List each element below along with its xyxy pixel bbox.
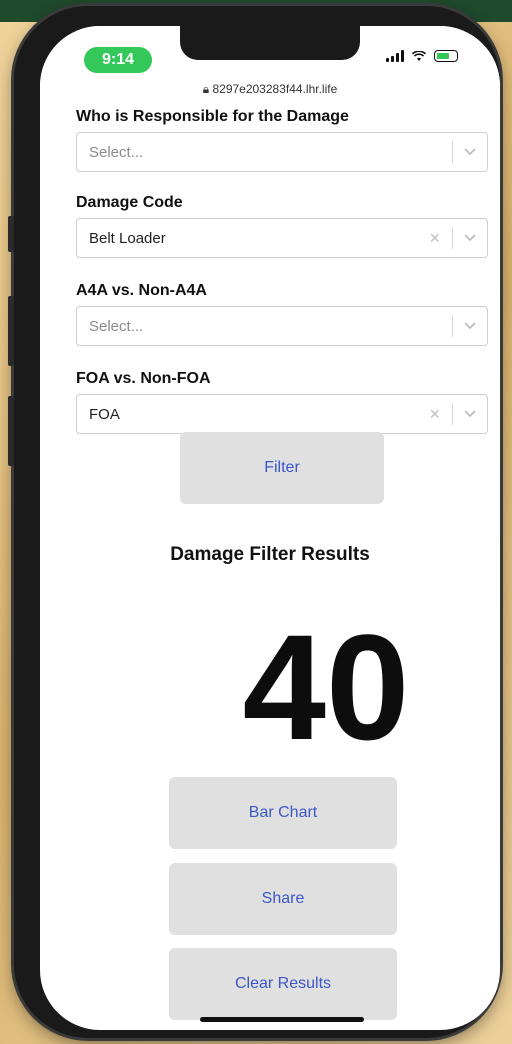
filter-form: Who is Responsible for the Damage Select…: [76, 108, 488, 434]
a4a-select-value: Select...: [89, 317, 144, 335]
dynamic-island: [180, 26, 360, 60]
foa-select[interactable]: FOA ×: [76, 394, 488, 434]
results-title: Damage Filter Results: [170, 544, 370, 565]
status-bar: 9:14 🔒︎ 8297e203283f44.lhr.life: [40, 26, 500, 110]
home-indicator: [200, 1017, 364, 1022]
share-button[interactable]: Share: [169, 863, 397, 935]
url-text: 8297e203283f44.lhr.life: [212, 82, 338, 96]
clear-selection-icon[interactable]: ×: [429, 228, 452, 249]
clear-selection-icon[interactable]: ×: [429, 404, 452, 425]
wifi-icon: [412, 50, 426, 61]
battery-charging-icon: [434, 50, 458, 62]
damage-code-select-value: Belt Loader: [89, 229, 166, 247]
clear-results-button[interactable]: Clear Results: [169, 948, 397, 1020]
damage-code-select[interactable]: Belt Loader ×: [76, 218, 488, 258]
damage-code-label: Damage Code: [76, 194, 183, 211]
a4a-label: A4A vs. Non-A4A: [76, 282, 207, 299]
chevron-down-icon[interactable]: [453, 234, 487, 242]
volume-up-button: [8, 296, 14, 366]
chevron-down-icon[interactable]: [453, 322, 487, 330]
status-time: 9:14: [84, 47, 152, 73]
responsible-label: Who is Responsible for the Damage: [76, 108, 349, 125]
filter-button[interactable]: Filter: [180, 432, 384, 504]
status-icons: [386, 50, 458, 62]
bar-chart-button[interactable]: Bar Chart: [169, 777, 397, 849]
chevron-down-icon[interactable]: [453, 148, 487, 156]
a4a-select[interactable]: Select...: [76, 306, 488, 346]
phone-screen: 9:14 🔒︎ 8297e203283f44.lhr.life Who is R…: [40, 26, 500, 1030]
foa-select-value: FOA: [89, 405, 120, 423]
page-url: 🔒︎ 8297e203283f44.lhr.life: [40, 82, 500, 97]
volume-down-button: [8, 396, 14, 466]
foa-label: FOA vs. Non-FOA: [76, 370, 211, 387]
phone-frame: 9:14 🔒︎ 8297e203283f44.lhr.life Who is R…: [8, 6, 500, 1038]
responsible-select[interactable]: Select...: [76, 132, 488, 172]
cellular-signal-icon: [386, 50, 404, 62]
results-count: 40: [242, 603, 410, 771]
lock-icon: 🔒︎: [202, 82, 210, 96]
mute-switch: [8, 216, 14, 252]
chevron-down-icon[interactable]: [453, 410, 487, 418]
responsible-select-value: Select...: [89, 143, 144, 161]
